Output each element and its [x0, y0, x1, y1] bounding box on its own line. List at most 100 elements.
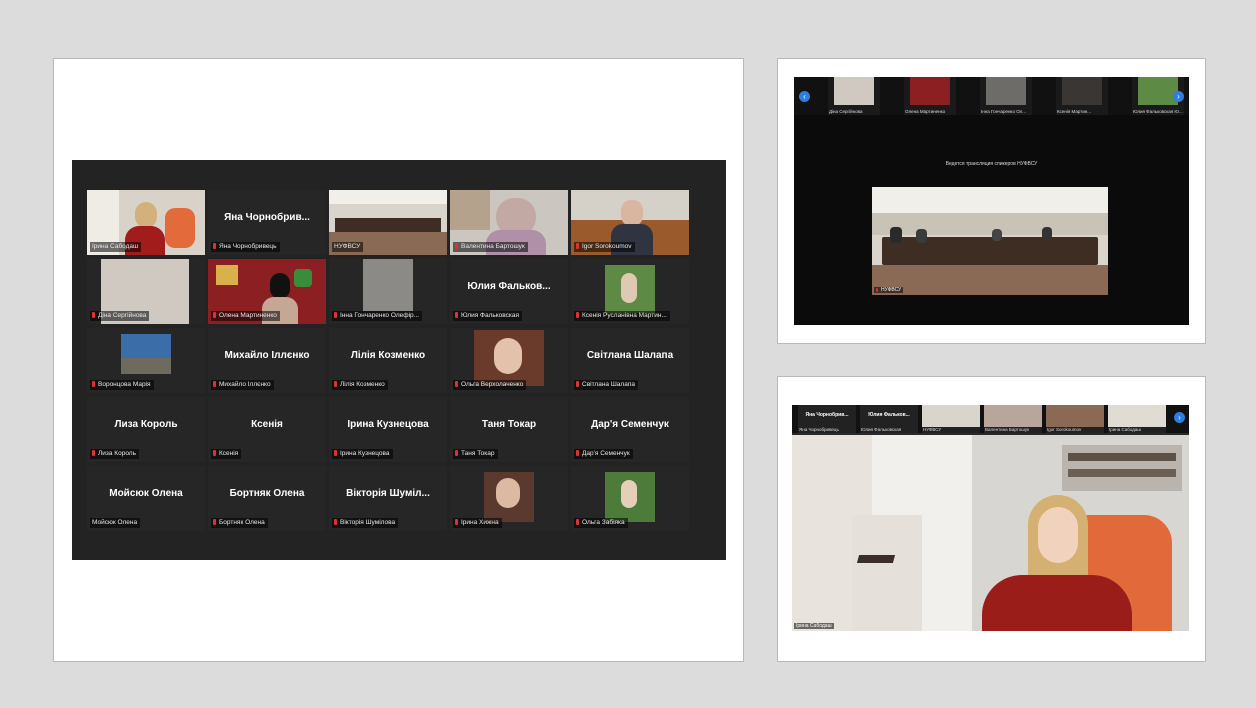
mic-muted-icon — [455, 450, 458, 456]
participant-tile[interactable]: Вікторія Шуміл... Вікторія Шумілова — [329, 466, 447, 531]
participant-tile[interactable]: Яна Чорнобрив... Яна Чорнобривець — [208, 190, 326, 255]
mic-muted-icon — [334, 519, 337, 525]
participant-tile[interactable]: Ольга Верхолаченко — [450, 328, 568, 393]
participant-tile[interactable]: Ірина Хижна — [450, 466, 568, 531]
mic-muted-icon — [334, 450, 337, 456]
thumbnail-tile[interactable]: Діна Сергійнова — [828, 77, 880, 115]
participant-label: Воронцова Марія — [90, 380, 154, 390]
slide-gallery-panel: Ірина Сабодаш Яна Чорнобрив... Яна Чорнобр… — [53, 58, 744, 662]
participant-tile[interactable]: Інна Гончаренко Олефір... — [329, 259, 447, 324]
mic-muted-icon — [334, 381, 337, 387]
participant-tile[interactable]: Ірина Кузнецова Ірина Кузнецова — [329, 397, 447, 462]
thumbnail-tile[interactable]: Ксенія Мартин... — [1056, 77, 1108, 115]
mic-muted-icon — [213, 519, 216, 525]
active-speaker-label: Ірина Сабодаш — [794, 623, 834, 629]
thumbnail-video — [922, 405, 980, 427]
participant-tile[interactable]: Ксенія Ксенія — [208, 397, 326, 462]
chevron-right-icon[interactable]: › — [1173, 91, 1184, 102]
participant-label: Олена Мартиненко — [211, 311, 280, 321]
mic-muted-icon — [576, 450, 579, 456]
participant-label: Ольга Забіяка — [574, 518, 628, 528]
thumbnail-tile[interactable]: Олена Мартиненко — [904, 77, 956, 115]
participant-display-name: Ірина Кузнецова — [347, 419, 429, 430]
participant-label: Ольга Верхолаченко — [453, 380, 527, 390]
participant-tile[interactable]: Михайло Іллєнко Михайло Іллєнко — [208, 328, 326, 393]
participant-label: Юлия Фальковская — [453, 311, 523, 321]
chevron-left-icon[interactable]: ‹ — [799, 91, 810, 102]
participant-tile[interactable]: Лілія Козменко Лілія Козменко — [329, 328, 447, 393]
participant-display-name: Світлана Шалапа — [586, 350, 674, 361]
participant-display-name: Вікторія Шуміл... — [346, 488, 430, 499]
mic-muted-icon — [92, 450, 95, 456]
mic-muted-icon — [455, 519, 458, 525]
thumbnail-display-name: Юлия Фальков... — [868, 412, 910, 418]
participant-tile[interactable]: Ольга Забіяка — [571, 466, 689, 531]
participant-display-name: Бортняк Олена — [229, 488, 305, 499]
participant-label: Ірина Кузнецова — [332, 449, 393, 459]
zoom-speaker-view: Діна Сергійнова Олена Мартиненко Інна Гонч… — [794, 77, 1189, 325]
participant-tile[interactable]: Олена Мартиненко — [208, 259, 326, 324]
thumbnail-video — [1138, 77, 1178, 105]
participant-display-name: Мойсюк Олена — [109, 488, 183, 499]
thumbnail-video — [986, 77, 1026, 105]
thumbnail-tile[interactable]: НУФВСУ — [922, 405, 980, 433]
thumbnail-tile[interactable]: Юлия Фальков... Юлия Фальковская — [860, 405, 918, 433]
participant-label: Валентина Бартошук — [453, 242, 528, 252]
thumbnail-video — [1108, 405, 1166, 427]
participant-tile[interactable]: Воронцова Марія — [87, 328, 205, 393]
participant-tile[interactable]: Світлана Шалапа Світлана Шалапа — [571, 328, 689, 393]
thumbnail-video — [910, 77, 950, 105]
participant-label: Діна Сергійнова — [90, 311, 150, 321]
participant-tile[interactable]: Бортняк Олена Бортняк Олена — [208, 466, 326, 531]
participant-display-name: Яна Чорнобрив... — [224, 212, 310, 223]
participant-tile[interactable]: Дар'я Семенчук Дар'я Семенчук — [571, 397, 689, 462]
participant-label: НУФВСУ — [332, 242, 364, 252]
participant-tile[interactable]: Лиза Король Лиза Король — [87, 397, 205, 462]
participant-label: Лілія Козменко — [332, 380, 388, 390]
thumbnail-tile[interactable]: Igor Sorokoumov — [1046, 405, 1104, 433]
thumbnail-video — [1062, 77, 1102, 105]
zoom-gallery-view: Ірина Сабодаш Яна Чорнобрив... Яна Чорнобр… — [72, 160, 726, 560]
thumbnail-video — [984, 405, 1042, 427]
participant-tile[interactable]: Таня Токар Таня Токар — [450, 397, 568, 462]
participant-tile[interactable]: Мойсюк Олена Мойсюк Олена — [87, 466, 205, 531]
participant-tile[interactable]: Ксенія Русланівна Мартин... — [571, 259, 689, 324]
participant-label: Інна Гончаренко Олефір... — [332, 311, 423, 321]
mic-muted-icon — [213, 243, 216, 249]
thumbnail-video — [834, 77, 874, 105]
participant-tile[interactable]: НУФВСУ — [329, 190, 447, 255]
participant-label: Яна Чорнобривець — [211, 242, 280, 252]
participant-label: Ксенія Русланівна Мартин... — [574, 311, 670, 321]
participant-tile[interactable]: Юлия Фальков... Юлия Фальковская — [450, 259, 568, 324]
mic-muted-icon — [455, 381, 458, 387]
mic-muted-icon — [334, 312, 337, 318]
participant-display-name: Юлия Фальков... — [467, 281, 551, 292]
participant-label: Михайло Іллєнко — [211, 380, 274, 390]
thumbnail-tile[interactable]: Ірина Сабодаш — [1108, 405, 1166, 433]
participant-label: Igor Sorokoumov — [574, 242, 635, 252]
zoom-active-speaker-view: Яна Чорнобрив... Яна Чорнобривець Юлия Фал… — [792, 405, 1189, 631]
mic-muted-icon — [213, 450, 216, 456]
thumbnail-tile[interactable]: Інна Гончаренко Ол... — [980, 77, 1032, 115]
stream-caption: Ведется трансляция спикеров НУФВСУ — [945, 161, 1038, 167]
thumbnail-strip: Яна Чорнобрив... Яна Чорнобривець Юлия Фал… — [792, 405, 1189, 433]
chevron-right-icon[interactable]: › — [1174, 412, 1185, 423]
thumbnail-display-name: Яна Чорнобрив... — [805, 412, 849, 418]
participant-tile[interactable]: Валентина Бартошук — [450, 190, 568, 255]
thumbnail-tile[interactable]: Яна Чорнобрив... Яна Чорнобривець — [798, 405, 856, 433]
thumbnail-label: Інна Гончаренко Ол... — [981, 109, 1027, 114]
participant-display-name: Михайло Іллєнко — [224, 350, 310, 361]
participant-tile[interactable]: Ірина Сабодаш — [87, 190, 205, 255]
mic-muted-icon — [92, 312, 95, 318]
thumbnail-label: Ксенія Мартин... — [1057, 109, 1092, 114]
main-video-label: НУФВСУ — [874, 287, 904, 293]
slide-active-speaker-panel: Яна Чорнобрив... Яна Чорнобривець Юлия Фал… — [777, 376, 1206, 662]
participant-label: Лиза Король — [90, 449, 139, 459]
thumbnail-tile[interactable]: Валентина Бартошук — [984, 405, 1042, 433]
participant-tile[interactable]: Діна Сергійнова — [87, 259, 205, 324]
mic-muted-icon — [455, 312, 458, 318]
thumbnail-label: Олена Мартиненко — [905, 109, 946, 114]
thumbnail-label: Діна Сергійнова — [829, 109, 863, 114]
participant-tile[interactable]: Igor Sorokoumov — [571, 190, 689, 255]
mic-muted-icon — [213, 381, 216, 387]
